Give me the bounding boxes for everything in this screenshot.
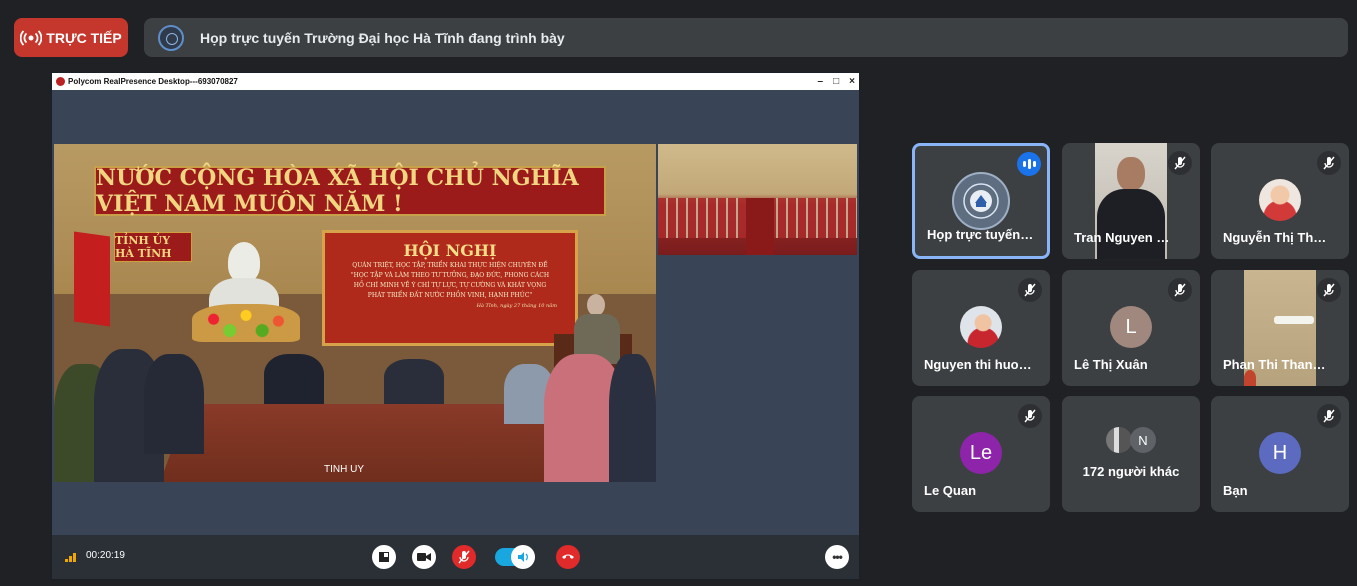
- participant-name: Bạn: [1223, 483, 1248, 498]
- window-titlebar: Polycom RealPresence Desktop---693070827…: [52, 73, 859, 90]
- hang-up-icon: [562, 554, 574, 559]
- school-logo-icon: [952, 172, 1010, 230]
- others-tile[interactable]: N 172 người khác: [1062, 396, 1200, 512]
- minimize-icon[interactable]: –: [818, 76, 824, 87]
- mic-off-icon: [1317, 151, 1341, 175]
- others-avatar-photo: [1106, 427, 1132, 453]
- signal-strength-icon: [65, 552, 79, 562]
- participant-tile[interactable]: L Lê Thị Xuân: [1062, 270, 1200, 386]
- mic-off-icon: [1018, 404, 1042, 428]
- participant-name: Lê Thị Xuân: [1074, 357, 1148, 372]
- participant-avatar: Le: [960, 432, 1002, 474]
- top-bar: TRỰC TIẾP Họp trực tuyến Trường Đại học …: [0, 0, 1357, 76]
- content-share-button[interactable]: [372, 545, 396, 569]
- live-badge[interactable]: TRỰC TIẾP: [14, 18, 128, 57]
- participant-avatar: [960, 306, 1002, 348]
- presenting-title: Họp trực tuyến Trường Đại học Hà Tĩnh đa…: [200, 29, 565, 46]
- participant-name: Họp trực tuyến…: [927, 227, 1034, 242]
- window-title: Polycom RealPresence Desktop---693070827: [68, 77, 238, 86]
- mic-off-icon: [1018, 278, 1042, 302]
- speaker-volume-toggle[interactable]: [495, 545, 535, 569]
- participant-name: Nguyễn Thị Th…: [1223, 230, 1327, 245]
- call-controls-bar: 00:20:19 •••: [52, 535, 859, 579]
- participant-tile[interactable]: Nguyen thi huo…: [912, 270, 1050, 386]
- mic-muted-icon: [458, 550, 470, 564]
- tv-watermark: TINH UY: [324, 464, 364, 475]
- shared-screen: Polycom RealPresence Desktop---693070827…: [51, 72, 860, 580]
- participant-tile[interactable]: H Bạn: [1211, 396, 1349, 512]
- speaking-indicator-icon: [1017, 152, 1041, 176]
- secondary-video-feed: [658, 144, 857, 255]
- participant-avatar: H: [1259, 432, 1301, 474]
- others-avatar: N: [1130, 427, 1156, 453]
- broadcast-icon: [20, 29, 43, 46]
- hang-up-button[interactable]: [556, 545, 580, 569]
- attendees: [54, 144, 656, 482]
- speaker-icon: [518, 552, 528, 562]
- participant-name: Le Quan: [924, 483, 977, 498]
- video-camera-icon: [417, 553, 431, 561]
- close-icon[interactable]: ×: [849, 76, 855, 87]
- participant-tile[interactable]: Tran Nguyen …: [1062, 143, 1200, 259]
- mic-off-icon: [1168, 278, 1192, 302]
- mute-mic-button[interactable]: [452, 545, 476, 569]
- participant-tile[interactable]: Nguyễn Thị Th…: [1211, 143, 1349, 259]
- more-options-button[interactable]: •••: [825, 545, 849, 569]
- participant-tile[interactable]: Le Le Quan: [912, 396, 1050, 512]
- participant-name: Nguyen thi huo…: [924, 357, 1032, 372]
- mic-off-icon: [1317, 278, 1341, 302]
- others-count: 172 người khác: [1082, 464, 1180, 479]
- presenter-logo-icon: [158, 24, 184, 51]
- camera-button[interactable]: [412, 545, 436, 569]
- participant-tile[interactable]: Họp trực tuyến…: [912, 143, 1050, 259]
- call-timer: 00:20:19: [86, 550, 125, 561]
- participant-name: Phan Thi Than…: [1223, 357, 1326, 372]
- mic-off-icon: [1168, 151, 1192, 175]
- participant-avatar: L: [1110, 306, 1152, 348]
- live-badge-label: TRỰC TIẾP: [46, 29, 122, 46]
- mic-off-icon: [1317, 404, 1341, 428]
- participant-tile[interactable]: Phan Thi Than…: [1211, 270, 1349, 386]
- maximize-icon[interactable]: □: [833, 76, 839, 87]
- main-video-feed: NƯỚC CỘNG HÒA XÃ HỘI CHỦ NGHĨA VIỆT NAM …: [54, 144, 656, 482]
- participant-avatar: [1259, 179, 1301, 221]
- share-content-icon: [379, 552, 389, 562]
- polycom-app-icon: [56, 77, 65, 86]
- more-dots-icon: •••: [832, 550, 843, 564]
- presenting-bar: Họp trực tuyến Trường Đại học Hà Tĩnh đa…: [144, 18, 1348, 57]
- participant-name: Tran Nguyen …: [1074, 230, 1170, 245]
